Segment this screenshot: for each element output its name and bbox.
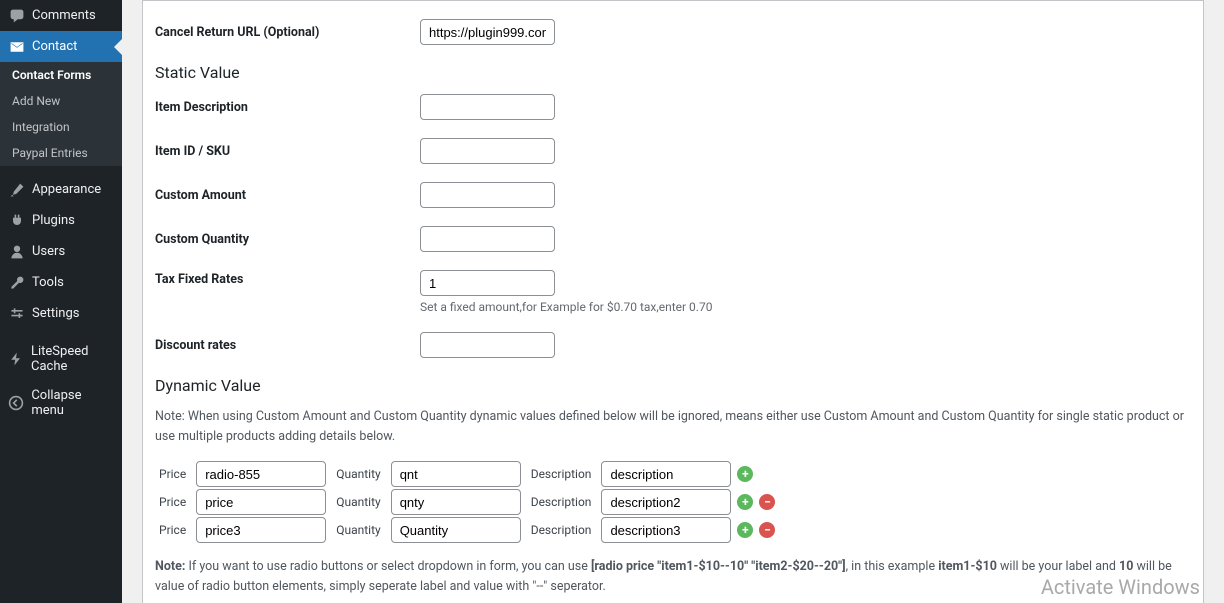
label-custom-amount: Custom Amount [155, 182, 420, 203]
dynamic-row: Price Quantity Description +− [155, 517, 1191, 543]
remove-row-button[interactable]: − [759, 494, 775, 510]
sidebar-subitem-contact-forms[interactable]: Contact Forms [0, 62, 122, 88]
label-price: Price [155, 467, 190, 481]
label-cancel-return-url: Cancel Return URL (Optional) [155, 19, 420, 40]
input-dynamic-description[interactable] [601, 517, 731, 543]
sidebar-item-collapse[interactable]: Collapse menu [0, 381, 122, 425]
input-dynamic-description[interactable] [601, 489, 731, 515]
sidebar-item-plugins[interactable]: Plugins [0, 205, 122, 236]
add-row-button[interactable]: + [737, 522, 753, 538]
input-dynamic-quantity[interactable] [391, 517, 521, 543]
envelope-icon [8, 38, 25, 55]
input-dynamic-quantity[interactable] [391, 489, 521, 515]
label-item-id: Item ID / SKU [155, 138, 420, 159]
input-item-id[interactable] [420, 138, 555, 164]
collapse-icon [8, 395, 24, 412]
main-content: Cancel Return URL (Optional) Static Valu… [122, 0, 1224, 603]
input-dynamic-price[interactable] [196, 489, 326, 515]
sidebar-submenu-contact: Contact Forms Add New Integration Paypal… [0, 62, 122, 166]
input-dynamic-price[interactable] [196, 517, 326, 543]
sidebar-label: Comments [32, 8, 96, 23]
admin-sidebar: Comments Contact Contact Forms Add New I… [0, 0, 122, 603]
sidebar-label: Collapse menu [31, 388, 114, 418]
row-item-id: Item ID / SKU [155, 138, 1191, 164]
label-quantity: Quantity [332, 523, 384, 537]
label-custom-quantity: Custom Quantity [155, 226, 420, 247]
row-item-description: Item Description [155, 94, 1191, 120]
row-custom-amount: Custom Amount [155, 182, 1191, 208]
sidebar-subitem-paypal-entries[interactable]: Paypal Entries [0, 140, 122, 166]
label-price: Price [155, 495, 190, 509]
input-item-description[interactable] [420, 94, 555, 120]
label-quantity: Quantity [332, 467, 384, 481]
add-row-button[interactable]: + [737, 494, 753, 510]
dynamic-rows-container: Price Quantity Description + Price Quantity De… [155, 461, 1191, 543]
plug-icon [8, 212, 25, 229]
sidebar-item-tools[interactable]: Tools [0, 267, 122, 298]
sidebar-label: Tools [32, 275, 64, 290]
sidebar-item-settings[interactable]: Settings [0, 298, 122, 329]
sidebar-label: Settings [32, 306, 79, 321]
input-discount-rates[interactable] [420, 332, 555, 358]
label-description: Description [527, 495, 596, 509]
heading-dynamic-value: Dynamic Value [155, 376, 1191, 395]
add-row-button[interactable]: + [737, 466, 753, 482]
radio-usage-note: Note: If you want to use radio buttons o… [155, 557, 1191, 597]
row-tax-fixed-rates: Tax Fixed Rates Set a fixed amount,for E… [155, 270, 1191, 314]
label-tax-fixed-rates: Tax Fixed Rates [155, 270, 420, 287]
input-cancel-return-url[interactable] [420, 19, 555, 45]
label-item-description: Item Description [155, 94, 420, 115]
note-prefix: Note: [155, 559, 185, 574]
label-description: Description [527, 523, 596, 537]
label-description: Description [527, 467, 596, 481]
label-price: Price [155, 523, 190, 537]
dynamic-row: Price Quantity Description +− [155, 489, 1191, 515]
input-tax-fixed-rates[interactable] [420, 270, 555, 296]
sidebar-subitem-add-new[interactable]: Add New [0, 88, 122, 114]
sidebar-subitem-integration[interactable]: Integration [0, 114, 122, 140]
settings-card: Cancel Return URL (Optional) Static Valu… [142, 0, 1204, 603]
label-quantity: Quantity [332, 495, 384, 509]
input-custom-amount[interactable] [420, 182, 555, 208]
input-dynamic-description[interactable] [601, 461, 731, 487]
dynamic-value-note: Note: When using Custom Amount and Custo… [155, 407, 1191, 447]
label-discount-rates: Discount rates [155, 332, 420, 353]
sidebar-item-litespeed[interactable]: LiteSpeed Cache [0, 337, 122, 381]
sliders-icon [8, 305, 25, 322]
sidebar-label: LiteSpeed Cache [31, 344, 114, 374]
user-icon [8, 243, 25, 260]
sidebar-label: Plugins [32, 213, 75, 228]
brush-icon [8, 181, 25, 198]
remove-row-button[interactable]: − [759, 522, 775, 538]
bolt-icon [8, 351, 24, 368]
row-custom-quantity: Custom Quantity [155, 226, 1191, 252]
help-tax-fixed-rates: Set a fixed amount,for Example for $0.70… [420, 300, 712, 314]
sidebar-label: Contact [32, 39, 77, 54]
sidebar-item-appearance[interactable]: Appearance [0, 174, 122, 205]
dynamic-row: Price Quantity Description + [155, 461, 1191, 487]
sidebar-item-comments[interactable]: Comments [0, 0, 122, 31]
wrench-icon [8, 274, 25, 291]
input-custom-quantity[interactable] [420, 226, 555, 252]
heading-static-value: Static Value [155, 63, 1191, 82]
comment-icon [8, 7, 25, 24]
input-dynamic-quantity[interactable] [391, 461, 521, 487]
row-cancel-return-url: Cancel Return URL (Optional) [155, 19, 1191, 45]
sidebar-item-users[interactable]: Users [0, 236, 122, 267]
input-dynamic-price[interactable] [196, 461, 326, 487]
sidebar-label: Users [32, 244, 65, 259]
row-discount-rates: Discount rates [155, 332, 1191, 358]
sidebar-item-contact[interactable]: Contact [0, 31, 122, 62]
sidebar-label: Appearance [32, 182, 101, 197]
